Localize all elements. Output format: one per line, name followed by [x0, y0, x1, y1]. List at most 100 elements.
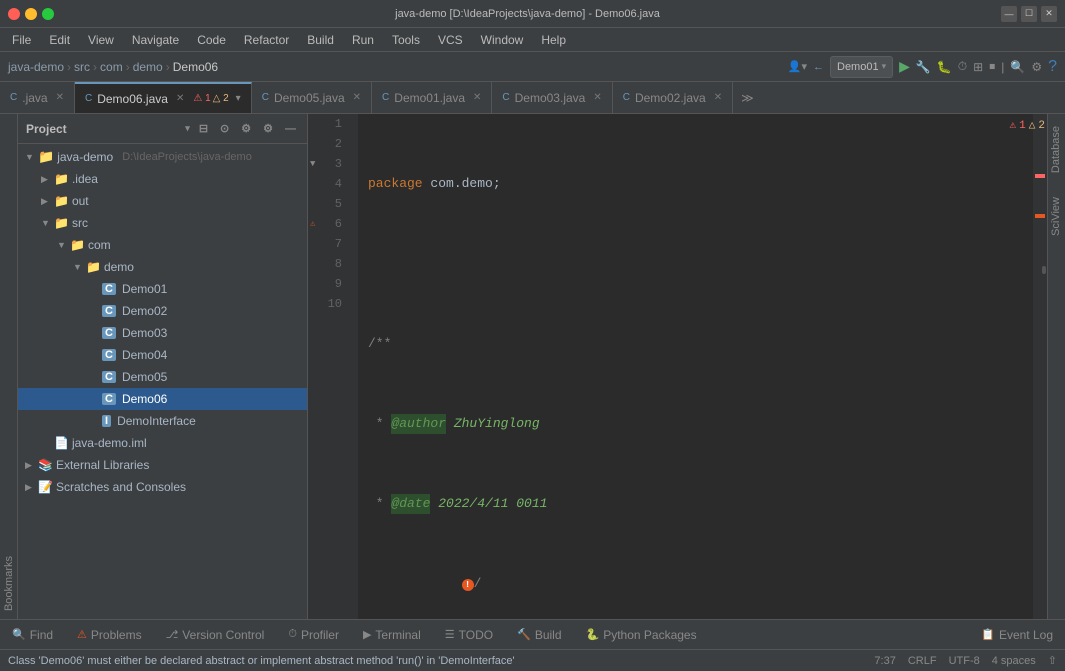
close-tab-btn[interactable]: ✕: [353, 92, 361, 103]
close-tab-btn[interactable]: ✕: [176, 93, 184, 104]
line-ending[interactable]: CRLF: [908, 655, 937, 667]
tab-demo01[interactable]: C Demo01.java ✕: [372, 82, 492, 113]
breadcrumb-project[interactable]: java-demo: [8, 60, 64, 74]
menu-help[interactable]: Help: [533, 31, 574, 49]
close-tab-btn[interactable]: ✕: [593, 92, 601, 103]
settings-btn[interactable]: ⚙: [1031, 60, 1042, 74]
problems-tool[interactable]: ⚠ Problems: [73, 626, 146, 644]
panel-gear-icon[interactable]: ⚙: [260, 120, 276, 137]
javadoc-author-value: ZhuYinglong: [446, 414, 540, 434]
menu-tools[interactable]: Tools: [384, 31, 428, 49]
menu-vcs[interactable]: VCS: [430, 31, 471, 49]
cursor-position[interactable]: 7:37: [874, 655, 895, 667]
help-btn[interactable]: ?: [1048, 58, 1057, 76]
panel-header: Project ▾ ⊟ ⊙ ⚙ ⚙ —: [18, 114, 307, 144]
minimize-window-btn[interactable]: [25, 8, 37, 20]
build-tool[interactable]: 🔨 Build: [513, 626, 565, 644]
close-btn[interactable]: ✕: [1041, 6, 1057, 22]
tree-item-ext-libs[interactable]: ▶ 📚 External Libraries: [18, 454, 307, 476]
editor-tab-bar: C .java ✕ C Demo06.java ✕ ⚠ 1 △ 2 ▾ C De…: [0, 82, 1065, 114]
sciview-panel-label[interactable]: SciView: [1048, 185, 1065, 248]
todo-tool[interactable]: ☰ TODO: [441, 626, 497, 644]
tab-prev-file[interactable]: C .java ✕: [0, 82, 75, 113]
breadcrumb-com[interactable]: com: [100, 60, 123, 74]
close-window-btn[interactable]: [8, 8, 20, 20]
close-tab-btn[interactable]: ✕: [473, 92, 481, 103]
tree-item-out[interactable]: ▶ 📁 out: [18, 190, 307, 212]
bookmarks-label[interactable]: Bookmarks: [3, 556, 15, 611]
menu-build[interactable]: Build: [299, 31, 342, 49]
tree-item-src[interactable]: ▼ 📁 src: [18, 212, 307, 234]
minimize-btn[interactable]: —: [1001, 6, 1017, 22]
tree-item-root[interactable]: ▼ 📁 java-demo D:\IdeaProjects\java-demo: [18, 146, 307, 168]
profiler-tool[interactable]: ⏱ Profiler: [284, 626, 343, 644]
menu-view[interactable]: View: [80, 31, 122, 49]
maximize-window-btn[interactable]: [42, 8, 54, 20]
close-tab-btn[interactable]: ✕: [56, 92, 64, 103]
tree-item-scratches[interactable]: ▶ 📝 Scratches and Consoles: [18, 476, 307, 498]
locate-btn[interactable]: ⊙: [217, 120, 232, 137]
window-controls[interactable]: [8, 8, 54, 20]
tree-item-idea[interactable]: ▶ 📁 .idea: [18, 168, 307, 190]
scroll-thumb[interactable]: [1042, 266, 1046, 274]
breadcrumb-demo06[interactable]: Demo06: [173, 60, 218, 74]
user-icon[interactable]: 👤▾: [788, 60, 807, 73]
code-editor[interactable]: 1 2 ▼ 3 4 5 ⚠ 6 7 8 9 10: [308, 114, 1047, 619]
tab-demo03[interactable]: C Demo03.java ✕: [492, 82, 612, 113]
collapse-all-btn[interactable]: ⊟: [196, 120, 211, 137]
debug-btn[interactable]: 🐛: [937, 60, 952, 74]
java-class-icon: C: [102, 349, 116, 361]
breadcrumb-demo[interactable]: demo: [133, 60, 163, 74]
profile-btn[interactable]: ⏱: [958, 59, 967, 74]
python-packages-tool[interactable]: 🐍 Python Packages: [582, 626, 701, 644]
menu-run[interactable]: Run: [344, 31, 382, 49]
menu-code[interactable]: Code: [189, 31, 234, 49]
event-log-tool[interactable]: 📋 Event Log: [977, 626, 1057, 644]
file-encoding[interactable]: UTF-8: [949, 655, 980, 667]
folder-icon: 📁: [54, 216, 69, 230]
search-everywhere-btn[interactable]: 🔍: [1010, 60, 1025, 74]
menu-window[interactable]: Window: [473, 31, 532, 49]
breadcrumb-src[interactable]: src: [74, 60, 90, 74]
terminal-tool[interactable]: ▶ Terminal: [359, 626, 425, 644]
tree-item-demointerface[interactable]: I DemoInterface: [18, 410, 307, 432]
close-tab-btn[interactable]: ✕: [714, 92, 722, 103]
git-branch[interactable]: ⇧: [1048, 654, 1057, 667]
indent-setting[interactable]: 4 spaces: [992, 655, 1036, 667]
chevron-icon[interactable]: ▾: [236, 93, 241, 104]
run-btn[interactable]: ▶: [899, 58, 910, 75]
version-control-tool[interactable]: ⎇ Version Control: [162, 626, 269, 644]
tree-item-demo02[interactable]: C Demo02: [18, 300, 307, 322]
tree-item-demo04[interactable]: C Demo04: [18, 344, 307, 366]
build-btn[interactable]: 🔧: [916, 60, 931, 74]
code-content[interactable]: package com.demo; /** * @author ZhuYingl…: [358, 114, 1033, 619]
tab-overflow-btn[interactable]: ≫: [733, 82, 762, 113]
run-config-dropdown[interactable]: Demo01 ▾: [830, 56, 893, 78]
menu-navigate[interactable]: Navigate: [124, 31, 187, 49]
tree-item-demo[interactable]: ▼ 📁 demo: [18, 256, 307, 278]
tab-demo02[interactable]: C Demo02.java ✕: [613, 82, 733, 113]
back-btn[interactable]: ←: [813, 61, 824, 73]
tree-item-com[interactable]: ▼ 📁 com: [18, 234, 307, 256]
tree-item-demo03[interactable]: C Demo03: [18, 322, 307, 344]
panel-hide-btn[interactable]: —: [282, 121, 299, 137]
database-panel-label[interactable]: Database: [1048, 114, 1065, 185]
tab-demo06[interactable]: C Demo06.java ✕ ⚠ 1 △ 2 ▾: [75, 82, 252, 113]
coverage-btn[interactable]: ⊞: [973, 60, 983, 74]
stop-btn[interactable]: ⏹: [989, 59, 995, 74]
expand-all-icon[interactable]: ▾: [185, 123, 190, 134]
tree-item-demo06[interactable]: C Demo06: [18, 388, 307, 410]
fold-icon[interactable]: ▼: [310, 154, 315, 174]
java-class-icon: C: [102, 371, 116, 383]
restore-btn[interactable]: ☐: [1021, 6, 1037, 22]
menu-file[interactable]: File: [4, 31, 39, 49]
tree-item-iml[interactable]: 📄 java-demo.iml: [18, 432, 307, 454]
tree-item-demo05[interactable]: C Demo05: [18, 366, 307, 388]
tab-demo05[interactable]: C Demo05.java ✕: [252, 82, 372, 113]
menu-refactor[interactable]: Refactor: [236, 31, 297, 49]
menu-edit[interactable]: Edit: [41, 31, 78, 49]
find-tool[interactable]: 🔍 Find: [8, 626, 57, 644]
tree-item-demo01[interactable]: C Demo01: [18, 278, 307, 300]
bottom-tool-bar: 🔍 Find ⚠ Problems ⎇ Version Control ⏱ Pr…: [0, 619, 1065, 649]
panel-settings-btn[interactable]: ⚙: [238, 120, 254, 137]
